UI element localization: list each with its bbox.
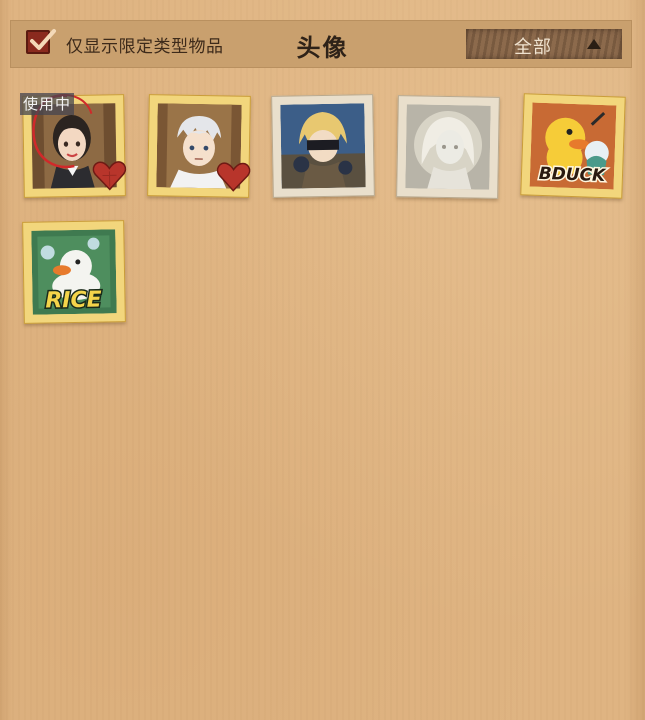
- avatar-rice-duck[interactable]: RICE: [22, 220, 126, 324]
- avatar-masked-character[interactable]: [271, 94, 375, 198]
- svg-text:BDUCK: BDUCK: [538, 164, 607, 186]
- panel-edge-right: [625, 0, 645, 720]
- svg-text:RICE: RICE: [45, 288, 102, 314]
- header-bar: 仅显示限定类型物品 头像 全部: [10, 20, 632, 68]
- panel-edge-left: [0, 0, 12, 720]
- favorite-heart-icon: [216, 162, 251, 192]
- rice-logo: RICE: [44, 286, 104, 315]
- caret-up-icon: [587, 39, 601, 49]
- category-dropdown[interactable]: 全部: [466, 29, 622, 59]
- avatar-portrait: [405, 104, 491, 190]
- avatar-portrait: [280, 103, 366, 189]
- avatar-bduck[interactable]: BDUCK: [520, 93, 626, 199]
- in-use-badge: 使用中: [20, 93, 75, 115]
- avatar-norman[interactable]: [147, 94, 251, 198]
- avatar-white-statue[interactable]: [396, 95, 500, 199]
- favorite-heart-icon: [92, 161, 127, 191]
- dropdown-selected-value: 全部: [514, 37, 552, 58]
- bduck-logo: BDUCK: [537, 162, 609, 187]
